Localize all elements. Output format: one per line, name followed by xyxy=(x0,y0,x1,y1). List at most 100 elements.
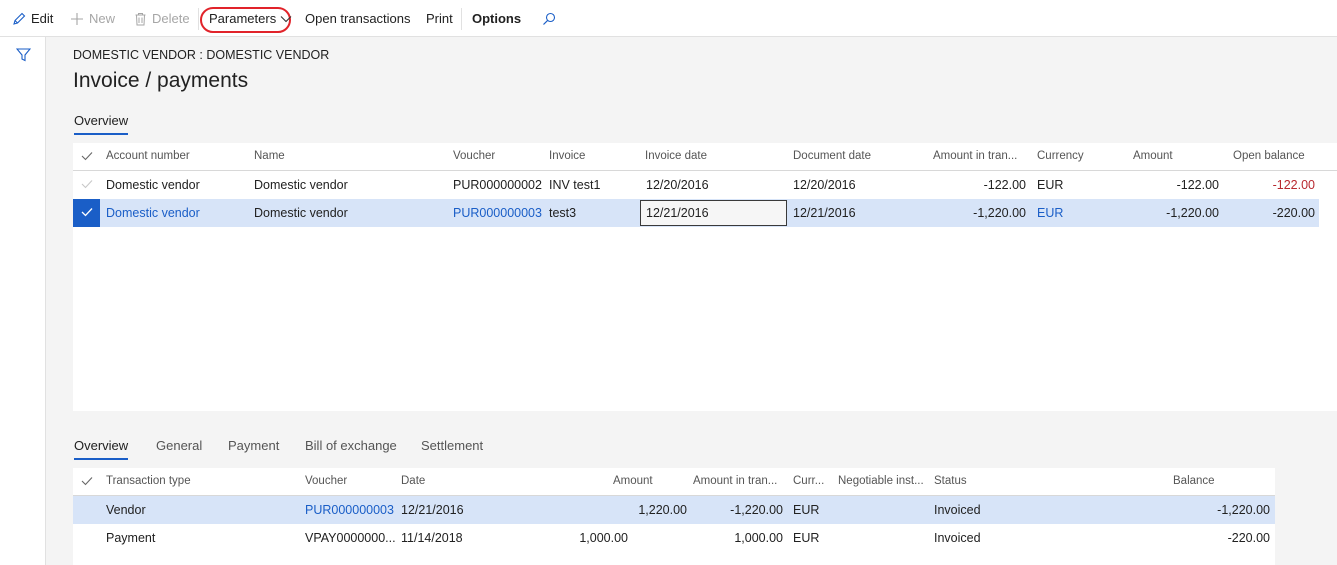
col-transaction-type[interactable]: Transaction type xyxy=(106,475,191,487)
filter-icon xyxy=(15,48,32,62)
transactions-grid-header: Transaction type Voucher Date Amount Amo… xyxy=(73,468,1275,496)
open-transactions-label: Open transactions xyxy=(305,11,411,26)
col-amount-in-transaction-currency[interactable]: Amount in tran... xyxy=(933,150,1026,162)
tab-general[interactable]: General xyxy=(156,438,202,453)
row-selected-checkbox[interactable] xyxy=(73,199,100,227)
col-amount-in-transaction-currency[interactable]: Amount in tran... xyxy=(693,475,783,487)
new-button[interactable]: New xyxy=(70,0,115,37)
search-icon xyxy=(543,12,556,25)
select-all-checkmark-icon[interactable] xyxy=(81,151,93,161)
tab-bill-of-exchange[interactable]: Bill of exchange xyxy=(305,438,397,453)
cell-voucher[interactable]: VPAY0000000... xyxy=(305,531,396,545)
col-document-date[interactable]: Document date xyxy=(793,150,871,162)
cell-document-date: 12/21/2016 xyxy=(793,206,856,220)
col-date[interactable]: Date xyxy=(401,475,425,487)
cell-account-number-link[interactable]: Domestic vendor xyxy=(106,206,200,220)
cell-name: Domestic vendor xyxy=(254,178,348,192)
transactions-grid: Transaction type Voucher Date Amount Amo… xyxy=(73,468,1275,565)
cell-invoice: INV test1 xyxy=(549,178,601,192)
options-tab[interactable]: Options xyxy=(472,0,521,37)
cell-date: 12/21/2016 xyxy=(401,503,464,517)
col-invoice[interactable]: Invoice xyxy=(549,150,585,162)
invoice-grid: Account number Name Voucher Invoice Invo… xyxy=(73,143,1337,411)
tab-overview-top[interactable]: Overview xyxy=(74,113,129,135)
cell-invoice-date[interactable]: 12/20/2016 xyxy=(646,178,709,192)
new-label: New xyxy=(89,11,116,26)
table-row-selected[interactable]: Domestic vendor Domestic vendor PUR00000… xyxy=(73,199,1319,227)
table-row-selected[interactable]: Vendor PUR000000003 12/21/2016 1,220.00 … xyxy=(73,496,1275,524)
parameters-label: Parameters xyxy=(209,11,277,26)
cell-amount-in-transaction-currency: -1,220.00 xyxy=(973,206,1026,220)
cell-amount: -122.00 xyxy=(1176,178,1219,192)
cell-date: 11/14/2018 xyxy=(401,531,463,545)
row-checkmark-icon[interactable] xyxy=(81,179,93,189)
open-transactions-button[interactable]: Open transactions xyxy=(305,0,411,37)
cell-balance: -220.00 xyxy=(1227,531,1270,545)
delete-button[interactable]: Delete xyxy=(134,0,190,37)
cell-open-balance: -122.00 xyxy=(1272,178,1315,192)
col-voucher[interactable]: Voucher xyxy=(453,150,495,162)
cell-transaction-type: Payment xyxy=(106,531,156,545)
filter-button[interactable] xyxy=(15,48,32,65)
col-account-number[interactable]: Account number xyxy=(106,150,190,162)
delete-label: Delete xyxy=(152,11,190,26)
col-amount[interactable]: Amount xyxy=(1133,150,1219,162)
tab-settlement[interactable]: Settlement xyxy=(421,438,483,453)
col-balance[interactable]: Balance xyxy=(1173,475,1270,487)
page-title: Invoice / payments xyxy=(73,69,249,92)
pencil-icon xyxy=(13,12,26,25)
print-button[interactable]: Print xyxy=(426,0,453,37)
cell-status: Invoiced xyxy=(934,531,981,545)
col-amount[interactable]: Amount xyxy=(613,475,687,487)
cell-amount-in-transaction-currency: 1,000.00 xyxy=(734,531,783,545)
cell-name: Domestic vendor xyxy=(254,206,348,220)
cell-open-balance: -220.00 xyxy=(1272,206,1315,220)
toolbar-divider xyxy=(198,8,199,30)
col-voucher[interactable]: Voucher xyxy=(305,475,347,487)
plus-icon xyxy=(71,12,83,25)
col-currency[interactable]: Curr... xyxy=(793,475,829,487)
cell-document-date: 12/20/2016 xyxy=(793,178,856,192)
cell-voucher-link[interactable]: PUR000000003 xyxy=(453,206,542,220)
cell-account-number[interactable]: Domestic vendor xyxy=(106,178,200,192)
col-negotiable-instrument[interactable]: Negotiable inst... xyxy=(838,475,926,487)
row-checkmark-icon xyxy=(81,208,93,217)
cell-invoice: test3 xyxy=(549,206,577,220)
cell-amount: 1,220.00 xyxy=(638,503,687,517)
col-currency[interactable]: Currency xyxy=(1037,150,1084,162)
toolbar-divider xyxy=(461,8,462,30)
cell-currency-link[interactable]: EUR xyxy=(1037,206,1063,220)
col-name[interactable]: Name xyxy=(254,150,285,162)
tab-overview[interactable]: Overview xyxy=(74,438,129,460)
breadcrumb: DOMESTIC VENDOR : DOMESTIC VENDOR xyxy=(73,48,330,62)
cell-amount-in-transaction-currency: -122.00 xyxy=(983,178,1026,192)
cell-balance: -1,220.00 xyxy=(1217,503,1270,517)
cell-currency: EUR xyxy=(793,503,820,517)
tab-payment[interactable]: Payment xyxy=(228,438,279,453)
options-label: Options xyxy=(472,11,522,26)
cell-voucher-link[interactable]: PUR000000003 xyxy=(305,503,394,517)
cell-transaction-type: Vendor xyxy=(106,503,146,517)
cell-currency: EUR xyxy=(1037,178,1064,192)
select-all-checkmark-icon[interactable] xyxy=(81,476,93,486)
cell-invoice-date[interactable]: 12/21/2016 xyxy=(646,206,709,220)
cell-currency: EUR xyxy=(793,531,820,545)
cell-amount: -1,220.00 xyxy=(1166,206,1219,220)
search-button[interactable] xyxy=(542,0,561,37)
cell-amount-secondary: 1,000.00 xyxy=(579,531,628,545)
cell-status: Invoiced xyxy=(934,503,981,517)
table-row[interactable]: Payment VPAY0000000... 11/14/2018 1,000.… xyxy=(73,524,1275,552)
table-row[interactable]: Domestic vendor Domestic vendor PUR00000… xyxy=(73,171,1319,199)
col-status[interactable]: Status xyxy=(934,475,967,487)
trash-icon xyxy=(135,12,146,25)
parameters-menu-button[interactable]: Parameters xyxy=(209,0,292,37)
action-pane: Edit New Delete Parameters Open transact… xyxy=(0,0,1337,37)
col-invoice-date[interactable]: Invoice date xyxy=(645,150,707,162)
edit-label: Edit xyxy=(31,11,54,26)
chevron-down-icon xyxy=(280,15,292,22)
cell-voucher[interactable]: PUR000000002 xyxy=(453,178,542,192)
edit-button[interactable]: Edit xyxy=(12,0,53,37)
print-label: Print xyxy=(426,11,453,26)
left-rail xyxy=(0,37,46,565)
col-open-balance[interactable]: Open balance xyxy=(1233,150,1315,162)
